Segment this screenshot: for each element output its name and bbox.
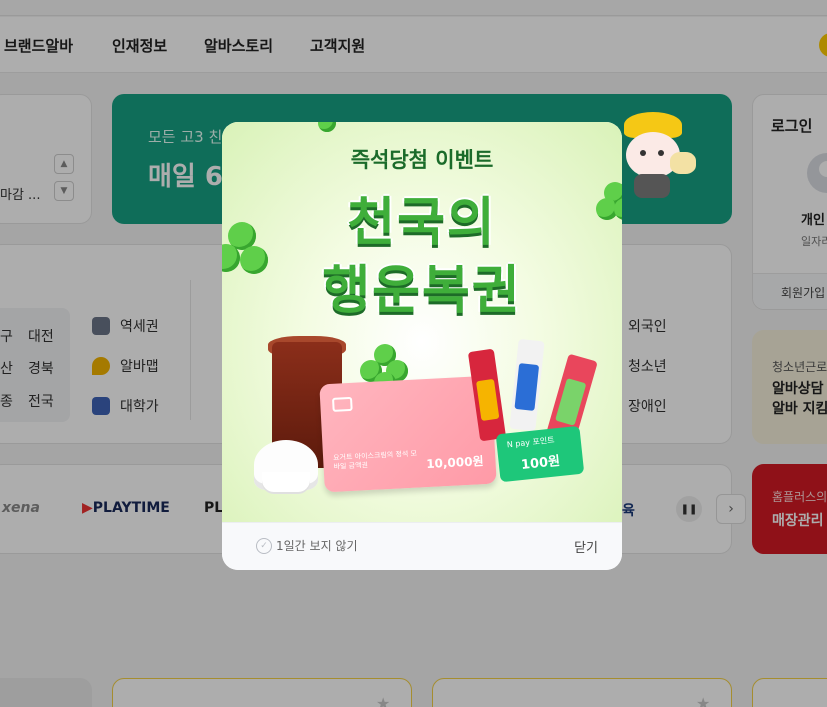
mascot-icon [620,112,698,202]
event-title-line2: 행운복권 [322,261,522,321]
event-title-line1: 천국의 [347,193,497,253]
event-popup: 즉석당첨 이벤트 천국의 행운복권 요거트 아이스크림의 정석 모바일 금액권 … [222,122,622,570]
event-subtitle: 즉석당첨 이벤트 [350,148,494,172]
hide-for-a-day-label[interactable]: 1일간 보지 않기 [276,537,358,554]
npay-label: N pay 포인트 [506,435,555,450]
npay-amount: 100원 [520,453,561,473]
npay-point-ticket: N pay 포인트 100원 [495,425,585,483]
giftcard-logo-icon [332,396,353,412]
clover-icon [318,122,338,134]
hide-for-a-day-checkbox[interactable]: ✓ 1일간 보지 않기 [256,537,358,554]
giftcard-label: 요거트 아이스크림의 정석 모바일 금액권 [332,449,418,472]
event-promo-image[interactable]: 즉석당첨 이벤트 천국의 행운복권 요거트 아이스크림의 정석 모바일 금액권 … [222,122,622,522]
giftcard-amount: 10,000원 [425,454,484,472]
close-button[interactable]: 닫기 [574,537,598,556]
ice-cream-bar-icon [509,338,545,432]
popup-footer: ✓ 1일간 보지 않기 닫기 [222,522,622,570]
giftcard: 요거트 아이스크림의 정석 모바일 금액권 10,000원 [319,375,497,493]
soft-serve-cup [262,472,310,492]
check-circle-icon[interactable]: ✓ [256,537,272,554]
